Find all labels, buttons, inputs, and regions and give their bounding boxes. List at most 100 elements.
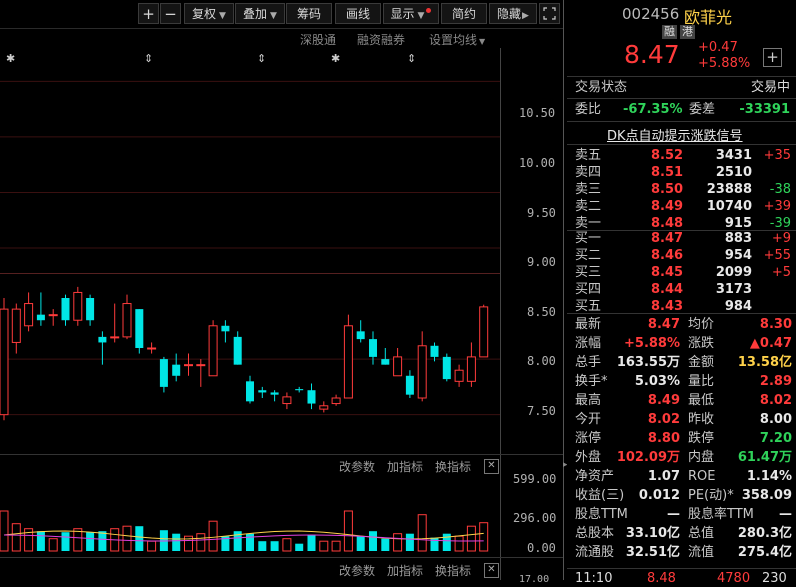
overlay-button[interactable]: 叠加 ▼ [235, 3, 285, 24]
candle-body [381, 359, 390, 365]
price-change: +0.47 [698, 40, 738, 55]
candle[interactable] [369, 331, 377, 365]
candle[interactable] [98, 331, 107, 365]
order-book-row[interactable]: 买二 8.46 954 +55 [567, 247, 796, 264]
candle[interactable] [11, 303, 21, 354]
switch-indicator-button[interactable]: 换指标 [435, 458, 471, 475]
candle[interactable] [110, 303, 120, 343]
margin-trading-link[interactable]: 融资融券 [357, 31, 405, 48]
add-watchlist-button[interactable]: + [763, 48, 782, 67]
hk-connect-tag: 港 [680, 25, 695, 39]
candle[interactable] [466, 342, 476, 387]
candle[interactable] [282, 392, 292, 410]
candle[interactable] [122, 294, 132, 340]
candle-body [208, 325, 218, 377]
candle[interactable] [381, 348, 390, 365]
candle[interactable] [356, 320, 365, 343]
change-param-button[interactable]: 改参数 [339, 458, 375, 475]
candle[interactable] [184, 353, 193, 376]
ma-settings-link[interactable]: 设置均线 ▼ [429, 31, 485, 48]
add-indicator-button[interactable]: 加指标 [387, 458, 423, 475]
stat-label: 涨幅 [575, 336, 602, 351]
candle[interactable] [343, 314, 353, 399]
candle[interactable] [270, 390, 279, 402]
display-button[interactable]: 显示 ▼ [383, 3, 439, 24]
draw-line-button[interactable]: 画线 [335, 3, 381, 24]
candle[interactable] [393, 348, 403, 377]
kline-svg[interactable] [0, 48, 500, 448]
candle[interactable] [479, 304, 489, 358]
candle[interactable] [319, 401, 329, 413]
level-label: 买二 [575, 248, 602, 263]
candle[interactable] [258, 386, 267, 398]
axis-separator [500, 48, 501, 580]
candle[interactable] [147, 342, 157, 354]
candle[interactable] [417, 331, 427, 402]
candle[interactable] [172, 353, 181, 382]
candle[interactable] [331, 394, 341, 406]
candle-body [393, 356, 403, 377]
candle[interactable] [307, 383, 316, 410]
panel-divider [567, 144, 796, 145]
order-book-row[interactable]: 卖五 8.52 3431 +35 [567, 147, 796, 164]
candle-body [479, 306, 489, 358]
candle[interactable] [221, 320, 230, 343]
candle[interactable] [233, 331, 242, 365]
candle[interactable] [246, 375, 254, 404]
candle[interactable] [73, 286, 83, 326]
switch-indicator-button[interactable]: 换指标 [435, 562, 471, 579]
kline-chart-area[interactable] [0, 48, 563, 580]
volume-bar [86, 532, 95, 551]
order-book-row[interactable]: 买一 8.47 883 +9 [567, 230, 796, 247]
add-indicator-button[interactable]: 加指标 [387, 562, 423, 579]
volume-svg[interactable] [0, 473, 500, 553]
order-book-row[interactable]: 卖三 8.50 23888 -38 [567, 181, 796, 198]
candle-body [430, 345, 439, 357]
volume-bar [0, 510, 9, 552]
candle[interactable] [48, 309, 58, 326]
close-icon[interactable]: ✕ [484, 459, 499, 474]
candle[interactable] [135, 309, 144, 354]
candle[interactable] [159, 356, 168, 393]
candle[interactable] [61, 294, 70, 326]
candle[interactable] [0, 298, 9, 421]
candle[interactable] [405, 370, 414, 398]
expand-icon[interactable] [539, 3, 560, 24]
order-book-row[interactable]: 买三 8.45 2099 +5 [567, 264, 796, 281]
fuquan-button[interactable]: 复权 ▼ [184, 3, 234, 24]
dk-signal-link[interactable]: DK点自动提示涨跌信号 [607, 125, 743, 144]
simple-mode-button[interactable]: 简约 [441, 3, 487, 24]
candle[interactable] [208, 320, 218, 377]
zoom-out-button[interactable]: − [160, 3, 181, 24]
stock-code: 002456 [622, 5, 680, 23]
weibi-row: 委比 -67.35% 委差 -33391 [567, 101, 796, 118]
order-book-row[interactable]: 卖二 8.49 10740 +39 [567, 198, 796, 215]
level-label: 卖二 [575, 199, 602, 214]
close-icon[interactable]: ✕ [484, 563, 499, 578]
candle[interactable] [86, 294, 95, 326]
candle[interactable] [430, 342, 439, 362]
volume-bar [258, 541, 267, 551]
level-price: 8.45 [651, 265, 684, 280]
candle[interactable] [24, 292, 34, 332]
stats-row: 流通股 32.51亿 流值 275.4亿 [567, 544, 796, 561]
volume-bar [331, 540, 341, 552]
volume-bar [295, 543, 304, 551]
level-label: 卖五 [575, 148, 602, 163]
chips-button[interactable]: 筹码 [286, 3, 332, 24]
volume-bar [356, 536, 365, 551]
change-param-button[interactable]: 改参数 [339, 562, 375, 579]
candle[interactable] [454, 364, 464, 387]
order-book-row[interactable]: 买四 8.44 3173 [567, 281, 796, 298]
shengutong-link[interactable]: 深股通 [300, 31, 336, 48]
zoom-in-button[interactable]: + [138, 3, 159, 24]
candle[interactable] [196, 359, 206, 387]
candle[interactable] [295, 386, 304, 393]
candle[interactable] [442, 353, 451, 382]
candle-body [405, 375, 414, 395]
hide-button[interactable]: 隐藏▶ [489, 3, 537, 24]
level-volume: 10740 [706, 199, 752, 214]
order-book-row[interactable]: 卖四 8.51 2510 [567, 164, 796, 181]
stats-row: 总股本 33.10亿 总值 280.3亿 [567, 525, 796, 542]
candle[interactable] [36, 292, 45, 326]
